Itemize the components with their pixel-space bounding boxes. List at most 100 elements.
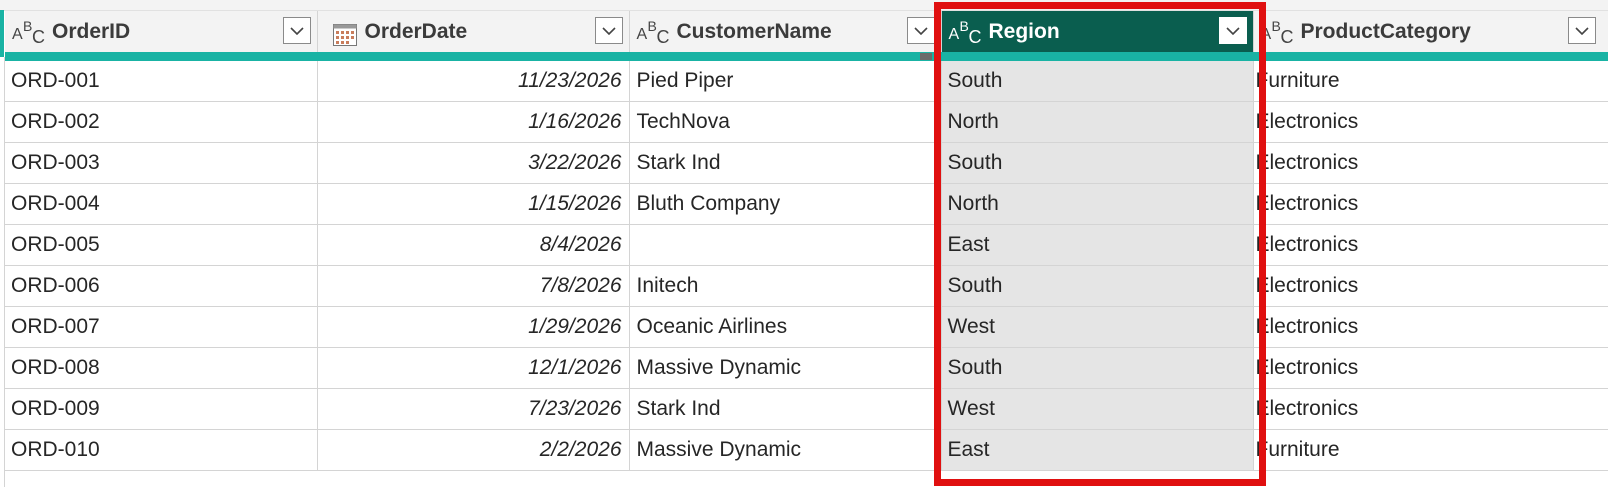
table-row[interactable]: ORD-008 12/1/2026 Massive Dynamic South Elec… [5,347,1608,389]
cell-orderdate[interactable]: 12/1/2026 [317,347,630,389]
cell-value: South [947,356,1003,379]
cell-productcategory[interactable]: Furniture [1253,56,1608,102]
cell-region[interactable]: South [941,347,1254,389]
header-row: ABC OrderID OrderDate A B C CustomerName… [5,11,1608,61]
cell-value: Electronics [1255,151,1359,174]
cell-customername[interactable]: Bluth Company [629,183,942,225]
cell-customername[interactable]: Pied Piper [629,56,942,102]
cell-region[interactable]: East [941,224,1254,266]
cell-orderid[interactable]: ORD-010 [5,429,318,471]
cell-orderdate[interactable]: 1/15/2026 [317,183,630,225]
cell-orderid[interactable]: ORD-003 [5,142,318,184]
cell-value: 2/2/2026 [539,438,622,461]
cell-value: ORD-010 [11,438,100,461]
cell-region[interactable]: East [941,429,1254,471]
filter-dropdown-button[interactable] [1568,17,1596,44]
data-preview-grid: ABC OrderID OrderDate A B C CustomerName… [0,0,1608,491]
table-row[interactable]: ORD-006 7/8/2026 Initech South Electronics [5,265,1608,307]
cell-productcategory[interactable]: Furniture [1253,429,1608,471]
cell-value: Stark Ind [636,397,721,420]
cell-customername[interactable]: TechNova [629,101,942,143]
cell-customername[interactable]: Massive Dynamic [629,347,942,389]
cell-orderid[interactable]: ORD-006 [5,265,318,307]
column-header-productcategory[interactable]: ABC ProductCategory [1253,11,1608,61]
cell-productcategory[interactable]: Electronics [1253,224,1608,266]
abc-text-icon[interactable]: ABC [1259,17,1299,47]
cell-orderid[interactable]: ORD-002 [5,101,318,143]
cell-value: Electronics [1255,397,1359,420]
column-header-orderdate[interactable]: OrderDate [317,11,630,61]
column-header-customername[interactable]: ABC CustomerName [629,11,942,61]
cell-value: TechNova [636,110,730,133]
calendar-date-icon[interactable] [323,17,363,47]
cell-orderdate[interactable]: 2/2/2026 [317,429,630,471]
cell-region[interactable]: North [941,101,1254,143]
column-resize-handle[interactable] [920,53,932,60]
cell-productcategory[interactable]: Electronics [1253,306,1608,348]
cell-region[interactable]: South [941,56,1254,102]
table-row[interactable]: ORD-003 3/22/2026 Stark Ind South Electronic… [5,142,1608,184]
cell-orderid[interactable]: ORD-009 [5,388,318,430]
abc-text-icon[interactable]: ABC [10,17,50,47]
cell-customername[interactable]: Initech [629,265,942,307]
cell-region[interactable]: North [941,183,1254,225]
table-row[interactable]: ORD-001 11/23/2026 Pied Piper South Furnitur… [5,56,1608,102]
table-row[interactable]: ORD-004 1/15/2026 Bluth Company North Electr… [5,183,1608,225]
cell-productcategory[interactable]: Electronics [1253,183,1608,225]
cell-value: Stark Ind [636,151,721,174]
cell-value: North [947,192,999,215]
column-header-label: Region [988,19,1060,43]
filter-dropdown-button[interactable] [906,17,935,44]
cell-value: Electronics [1255,315,1359,338]
cell-customername[interactable]: Oceanic Airlines [629,306,942,348]
cell-value: Initech [636,274,699,297]
abc-text-icon[interactable]: ABC [635,17,675,47]
cell-value: ORD-002 [11,110,100,133]
table-row[interactable]: ORD-007 1/29/2026 Oceanic Airlines West Elec… [5,306,1608,348]
cell-orderid[interactable]: ORD-007 [5,306,318,348]
column-header-orderid[interactable]: ABC OrderID [5,11,318,61]
table-row[interactable]: ORD-010 2/2/2026 Massive Dynamic East Furnit… [5,429,1608,471]
table-row[interactable]: ORD-002 1/16/2026 TechNova North Electronics [5,101,1608,143]
cell-orderdate[interactable]: 11/23/2026 [317,56,630,102]
cell-orderdate[interactable]: 7/8/2026 [317,265,630,307]
cell-orderdate[interactable]: 1/16/2026 [317,101,630,143]
cell-productcategory[interactable]: Electronics [1253,265,1608,307]
cell-region[interactable]: South [941,142,1254,184]
chevron-down-icon [601,26,616,35]
abc-text-icon[interactable]: ABC [947,17,987,47]
cell-value: Electronics [1255,110,1359,133]
filter-dropdown-button[interactable] [282,17,311,44]
cell-orderid[interactable]: ORD-008 [5,347,318,389]
cell-productcategory[interactable]: Electronics [1253,347,1608,389]
cell-customername[interactable]: Massive Dynamic [629,429,942,471]
cell-value: Oceanic Airlines [636,315,788,338]
column-header-region[interactable]: ABC Region [941,11,1254,61]
cell-orderdate[interactable]: 3/22/2026 [317,142,630,184]
cell-productcategory[interactable]: Electronics [1253,388,1608,430]
filter-dropdown-button[interactable] [1218,17,1247,44]
row-selector-edge [0,10,4,57]
table-row[interactable]: ORD-005 8/4/2026 East Electronics [5,224,1608,266]
cell-region[interactable]: West [941,388,1254,430]
cell-orderid[interactable]: ORD-005 [5,224,318,266]
cell-orderid[interactable]: ORD-004 [5,183,318,225]
table-body: ORD-001 11/23/2026 Pied Piper South Furnitur… [5,56,1608,471]
cell-region[interactable]: West [941,306,1254,348]
filter-dropdown-button[interactable] [594,17,623,44]
cell-orderid[interactable]: ORD-001 [5,56,318,102]
cell-customername[interactable]: Stark Ind [629,142,942,184]
cell-orderdate[interactable]: 8/4/2026 [317,224,630,266]
cell-productcategory[interactable]: Electronics [1253,101,1608,143]
cell-orderdate[interactable]: 1/29/2026 [317,306,630,348]
cell-value: ORD-005 [11,233,100,256]
cell-value: East [947,438,990,461]
cell-customername[interactable]: Stark Ind [629,388,942,430]
cell-region[interactable]: South [941,265,1254,307]
cell-value: 3/22/2026 [528,151,622,174]
table-row[interactable]: ORD-009 7/23/2026 Stark Ind West Electronics [5,388,1608,430]
cell-customername[interactable] [629,224,942,266]
cell-orderdate[interactable]: 7/23/2026 [317,388,630,430]
cell-value: ORD-003 [11,151,100,174]
cell-productcategory[interactable]: Electronics [1253,142,1608,184]
